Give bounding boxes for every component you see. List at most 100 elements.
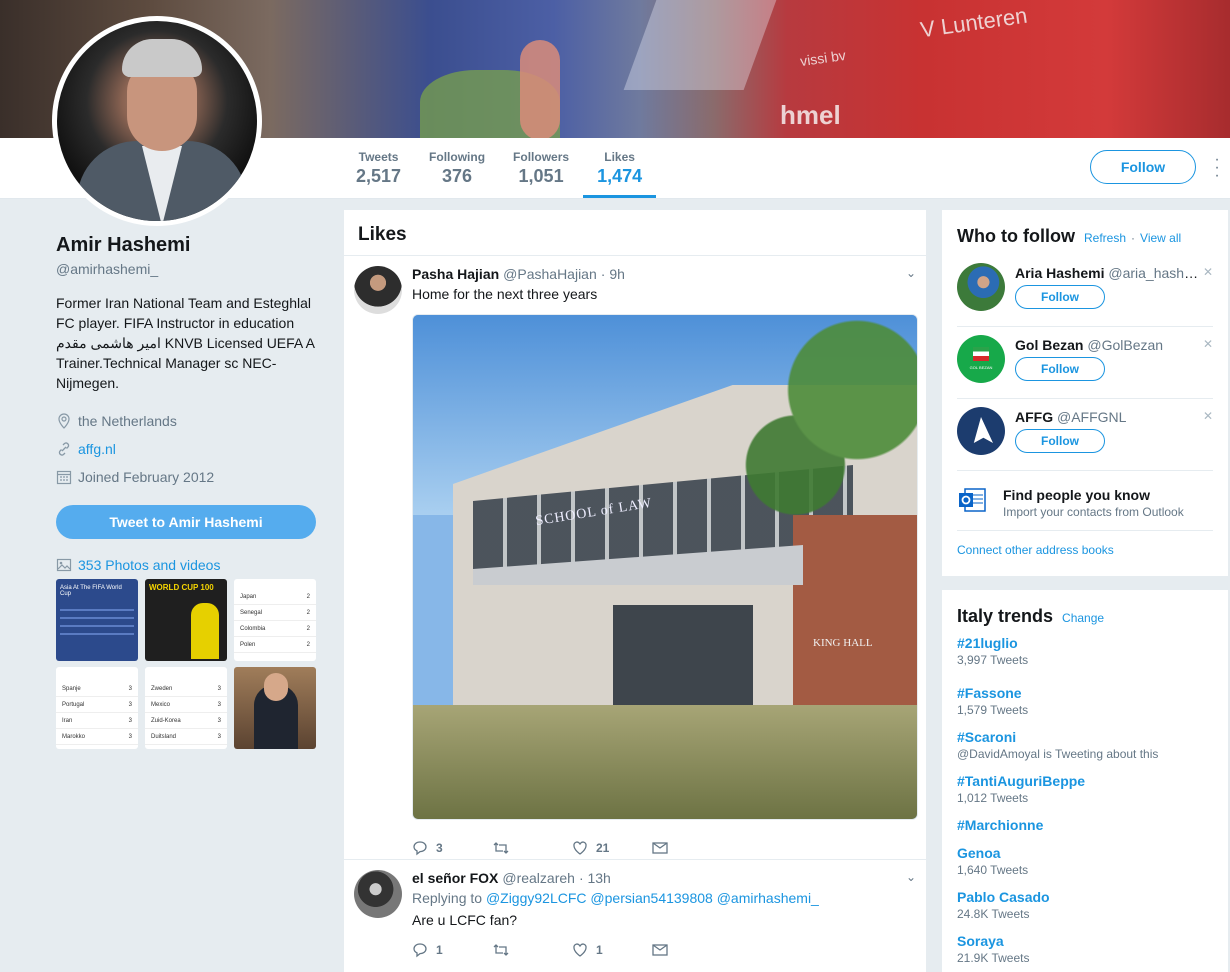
suggested-user-name[interactable]: AFFG @AFFGNL bbox=[1015, 409, 1205, 425]
suggested-user[interactable]: Aria Hashemi @aria_hashemi ✕ Follow bbox=[957, 255, 1213, 327]
profile-url[interactable]: affg.nl bbox=[78, 441, 116, 457]
media-thumbnail[interactable]: Spanje 3 Portugal 3 Iran 3 Marokko 3 bbox=[56, 667, 138, 749]
replying-to: Replying to @Ziggy92LCFC @persian5413980… bbox=[412, 890, 912, 906]
tweet-author-handle[interactable]: @realzareh bbox=[502, 870, 575, 886]
stat-followers[interactable]: Followers 1,051 bbox=[499, 138, 583, 198]
media-thumbnail[interactable]: Asia At The FIFA World Cup bbox=[56, 579, 138, 661]
photos-videos-label[interactable]: 353 Photos and videos bbox=[78, 557, 220, 573]
tweet-author-name[interactable]: Pasha Hajian bbox=[412, 266, 499, 282]
image-shape bbox=[413, 705, 917, 819]
message-button[interactable] bbox=[652, 841, 732, 855]
tweet-author-handle[interactable]: @PashaHajian bbox=[503, 266, 597, 282]
url-row: affg.nl bbox=[56, 435, 318, 463]
find-people-title[interactable]: Find people you know bbox=[1003, 487, 1150, 503]
trend-name[interactable]: #Scaroni bbox=[957, 729, 1213, 745]
profile-handle[interactable]: @amirhashemi_ bbox=[56, 261, 318, 277]
find-people-row[interactable]: Find people you know Import your contact… bbox=[957, 471, 1213, 531]
reply-button[interactable]: 3 bbox=[412, 840, 492, 856]
thumbnail-line bbox=[60, 633, 134, 635]
tweet[interactable]: el señor FOX @realzareh · 13h ⌄ Replying… bbox=[344, 860, 926, 972]
flag-icon bbox=[973, 347, 989, 361]
connect-address-books-link[interactable]: Connect other address books bbox=[957, 543, 1213, 557]
like-button[interactable]: 21 bbox=[572, 840, 652, 856]
suggested-user-name[interactable]: Gol Bezan @GolBezan bbox=[1015, 337, 1205, 353]
refresh-link[interactable]: Refresh bbox=[1084, 231, 1126, 245]
trend-name[interactable]: #Marchionne bbox=[957, 817, 1213, 833]
trend-name[interactable]: #Fassone bbox=[957, 685, 1213, 701]
like-button[interactable]: 1 bbox=[572, 942, 652, 958]
suggested-user[interactable]: AFFG @AFFGNL ✕ Follow bbox=[957, 399, 1213, 471]
more-options-icon[interactable]: · · · bbox=[1212, 152, 1222, 184]
view-all-link[interactable]: View all bbox=[1140, 231, 1181, 245]
profile-meta: the Netherlands affg.nl Joined February … bbox=[56, 407, 318, 491]
tweet-avatar[interactable] bbox=[354, 870, 402, 918]
media-thumbnail[interactable] bbox=[234, 667, 316, 749]
follow-button[interactable]: Follow bbox=[1090, 150, 1196, 184]
suggested-user-avatar[interactable]: GOL BEZAN bbox=[957, 335, 1005, 383]
tweet-avatar[interactable] bbox=[354, 266, 402, 314]
chevron-down-icon[interactable]: ⌄ bbox=[906, 266, 916, 280]
follow-button[interactable]: Follow bbox=[1015, 285, 1105, 309]
trend-count: 1,579 Tweets bbox=[957, 703, 1029, 717]
trends-header: Italy trends Change bbox=[942, 590, 1228, 633]
retweet-button[interactable] bbox=[492, 840, 572, 856]
timeline: Likes Pasha Hajian @PashaHajian · 9h ⌄ H… bbox=[344, 210, 926, 972]
image-shape bbox=[613, 605, 753, 715]
close-icon[interactable]: ✕ bbox=[1203, 265, 1213, 279]
media-thumbnail[interactable]: WORLD CUP 100 bbox=[145, 579, 227, 661]
thumbnail-player bbox=[191, 603, 219, 659]
tweet-image[interactable]: SCHOOL of LAW KING HALL bbox=[412, 314, 918, 820]
change-link[interactable]: Change bbox=[1062, 611, 1104, 625]
tweet-text: Are u LCFC fan? bbox=[412, 912, 518, 928]
trend-name[interactable]: Pablo Casado bbox=[957, 889, 1213, 905]
suggested-user-avatar[interactable] bbox=[957, 263, 1005, 311]
trend-count: 24.8K Tweets bbox=[957, 907, 1030, 921]
trend-item[interactable]: #21luglio 3,997 Tweets bbox=[957, 633, 1213, 677]
trend-name[interactable]: #21luglio bbox=[957, 635, 1213, 651]
media-thumbnail[interactable]: Zweden 3 Mexico 3 Zuid-Korea 3 Duitsland 3 bbox=[145, 667, 227, 749]
media-grid: Asia At The FIFA World Cup WORLD CUP 100… bbox=[56, 579, 318, 749]
follow-button[interactable]: Follow bbox=[1015, 429, 1105, 453]
trend-item[interactable]: #Marchionne bbox=[957, 809, 1213, 837]
stat-label: Likes bbox=[604, 150, 635, 164]
trend-name[interactable]: Genoa bbox=[957, 845, 1213, 861]
suggested-user-name[interactable]: Aria Hashemi @aria_hashemi bbox=[1015, 265, 1205, 281]
stat-tweets[interactable]: Tweets 2,517 bbox=[342, 138, 415, 198]
stat-following[interactable]: Following 376 bbox=[415, 138, 499, 198]
suggested-user-avatar[interactable] bbox=[957, 407, 1005, 455]
tweet[interactable]: Pasha Hajian @PashaHajian · 9h ⌄ Home fo… bbox=[344, 256, 926, 860]
photos-videos-link[interactable]: 353 Photos and videos bbox=[56, 557, 318, 573]
trend-item[interactable]: Soraya 21.9K Tweets bbox=[957, 925, 1213, 969]
heart-icon bbox=[573, 841, 587, 855]
trend-item[interactable]: Pablo Casado 24.8K Tweets bbox=[957, 881, 1213, 925]
trend-item[interactable]: #Scaroni @DavidAmoyal is Tweeting about … bbox=[957, 721, 1213, 765]
trend-count: 1,012 Tweets bbox=[957, 791, 1029, 805]
follow-button[interactable]: Follow bbox=[1015, 357, 1105, 381]
trend-count: 1,640 Tweets bbox=[957, 863, 1029, 877]
chevron-down-icon[interactable]: ⌄ bbox=[906, 870, 916, 884]
tweet-timestamp[interactable]: · 13h bbox=[579, 870, 611, 886]
reply-mentions[interactable]: @Ziggy92LCFC @persian54139808 @amirhashe… bbox=[486, 890, 819, 906]
profile-avatar[interactable] bbox=[52, 16, 262, 226]
trend-item[interactable]: Genoa 1,640 Tweets bbox=[957, 837, 1213, 881]
suggested-user[interactable]: GOL BEZAN Gol Bezan @GolBezan ✕ Follow bbox=[957, 327, 1213, 399]
photo-icon bbox=[56, 558, 72, 572]
stat-value: 1,051 bbox=[518, 166, 564, 186]
stat-likes[interactable]: Likes 1,474 bbox=[583, 138, 657, 198]
tweet-to-button[interactable]: Tweet to Amir Hashemi bbox=[56, 505, 316, 539]
trend-name[interactable]: Soraya bbox=[957, 933, 1213, 949]
close-icon[interactable]: ✕ bbox=[1203, 409, 1213, 423]
close-icon[interactable]: ✕ bbox=[1203, 337, 1213, 351]
retweet-button[interactable] bbox=[492, 942, 572, 958]
trend-item[interactable]: #Fassone 1,579 Tweets bbox=[957, 677, 1213, 721]
stat-label: Following bbox=[429, 150, 486, 164]
reply-icon bbox=[413, 943, 427, 958]
tweet-author-name[interactable]: el señor FOX bbox=[412, 870, 498, 886]
profile-name[interactable]: Amir Hashemi bbox=[56, 234, 318, 257]
tweet-timestamp[interactable]: · 9h bbox=[601, 266, 625, 282]
media-thumbnail[interactable]: Japan 2 Senegal 2 Colombia 2 Polen 2 bbox=[234, 579, 316, 661]
trend-item[interactable]: #TantiAuguriBeppe 1,012 Tweets bbox=[957, 765, 1213, 809]
trend-name[interactable]: #TantiAuguriBeppe bbox=[957, 773, 1213, 789]
reply-button[interactable]: 1 bbox=[412, 942, 492, 958]
message-button[interactable] bbox=[652, 943, 732, 957]
